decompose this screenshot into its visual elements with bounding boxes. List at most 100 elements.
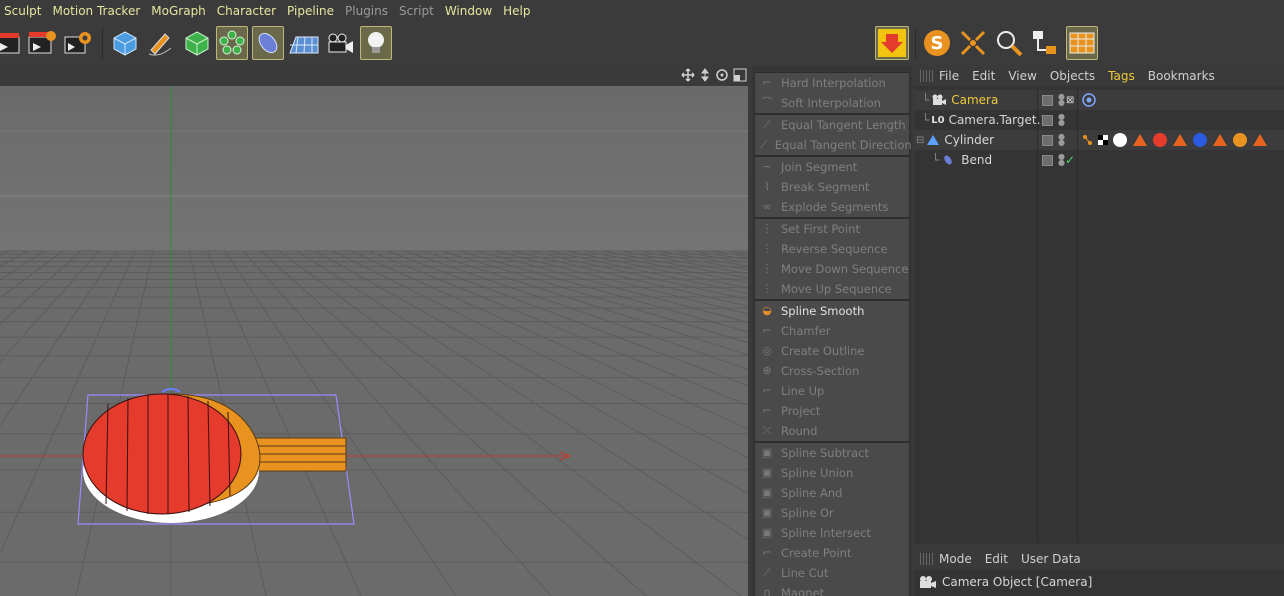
project-button[interactable]: ⌐ Project: [755, 401, 909, 421]
om-menu-edit[interactable]: Edit: [972, 69, 995, 83]
spline-commands-panel: ⌐ Hard Interpolation ⌒ Soft Interpolation …: [752, 66, 912, 596]
object-row-cylinder[interactable]: ⊟ Cylinder: [916, 130, 994, 150]
spline-union-button[interactable]: ▣ Spline Union: [755, 463, 909, 483]
axis-snap-icon: [960, 30, 986, 56]
menu-motion-tracker[interactable]: Motion Tracker: [52, 4, 140, 18]
panel-grip-icon[interactable]: [920, 553, 934, 565]
magnet-button[interactable]: ∩ Magnet: [755, 583, 909, 596]
reverse-sequence-button[interactable]: ⋮ Reverse Sequence: [755, 239, 909, 259]
object-name-bend[interactable]: Bend: [961, 153, 992, 167]
render-settings-button[interactable]: [62, 26, 94, 60]
render-to-picture-viewer-button[interactable]: [26, 26, 58, 60]
am-menu-user-data[interactable]: User Data: [1021, 552, 1081, 566]
om-menu-view[interactable]: View: [1008, 69, 1036, 83]
spline-subtract-button[interactable]: ▣ Spline Subtract: [755, 443, 909, 463]
set-first-point-button[interactable]: ⋮ Set First Point: [755, 219, 909, 239]
blue-material-icon: [1193, 133, 1207, 147]
om-menu-file[interactable]: File: [939, 69, 959, 83]
enabled-check-icon[interactable]: ✓: [1065, 153, 1075, 167]
spline-intersect-button[interactable]: ▣ Spline Intersect: [755, 523, 909, 543]
checker-tag-icon: [1098, 135, 1108, 145]
snap-button[interactable]: S: [921, 26, 953, 60]
menu-pipeline[interactable]: Pipeline: [287, 4, 334, 18]
menu-plugins[interactable]: Plugins: [345, 4, 388, 18]
am-menu-edit[interactable]: Edit: [985, 552, 1008, 566]
object-row-bend[interactable]: └ Bend: [932, 150, 992, 170]
spline-smooth-button[interactable]: ◒ Spline Smooth: [755, 301, 909, 321]
layout-button[interactable]: [1066, 26, 1098, 60]
cube-button[interactable]: [109, 26, 141, 60]
hierarchy-button[interactable]: [1029, 26, 1061, 60]
join-segment-button[interactable]: ~ Join Segment: [755, 157, 909, 177]
chamfer-button[interactable]: ⌐ Chamfer: [755, 321, 909, 341]
round-button[interactable]: ⤫ Round: [755, 421, 909, 441]
command-group-boolean: ▣ Spline Subtract ▣ Spline Union ▣ Spline A…: [754, 442, 910, 596]
om-menu-objects[interactable]: Objects: [1050, 69, 1095, 83]
menu-help[interactable]: Help: [503, 4, 530, 18]
deformer-button[interactable]: [252, 26, 284, 60]
deformer-icon: [258, 32, 278, 54]
cloner-button[interactable]: [216, 26, 248, 60]
visibility-dots-icon[interactable]: ● ●: [1058, 93, 1065, 107]
object-name-camera-target[interactable]: Camera.Target.1: [949, 113, 1048, 127]
panel-grip-icon[interactable]: [920, 70, 934, 82]
menu-sculpt[interactable]: Sculpt: [4, 4, 41, 18]
spline-and-button[interactable]: ▣ Spline And: [755, 483, 909, 503]
light-button[interactable]: [360, 26, 392, 60]
target-tag-icon[interactable]: [1082, 93, 1096, 107]
visibility-dots-icon[interactable]: ● ●: [1058, 133, 1065, 147]
layer-flag-icon[interactable]: [1042, 154, 1053, 166]
move-view-icon[interactable]: [681, 68, 695, 82]
menu-mograph[interactable]: MoGraph: [151, 4, 206, 18]
render-view-button[interactable]: [0, 26, 24, 60]
layer-flag-icon[interactable]: [1042, 94, 1053, 106]
object-name-cylinder[interactable]: Cylinder: [944, 133, 994, 147]
equal-tangent-direction-button[interactable]: ⟋ Equal Tangent Direction: [755, 135, 912, 155]
hard-interpolation-button[interactable]: ⌐ Hard Interpolation: [755, 73, 909, 93]
camera-target-flag-icon[interactable]: ⊠: [1066, 95, 1074, 106]
keyframe-button[interactable]: [875, 26, 909, 60]
expand-toggle-icon[interactable]: ⊟: [916, 135, 924, 146]
move-down-sequence-button[interactable]: ⋮ Move Down Sequence: [755, 259, 909, 279]
object-row-camera[interactable]: └ Camera: [922, 90, 998, 110]
om-menu-bookmarks[interactable]: Bookmarks: [1148, 69, 1215, 83]
menu-window[interactable]: Window: [445, 4, 492, 18]
om-menu-tags[interactable]: Tags: [1108, 69, 1135, 83]
attribute-manager-menu: Mode Edit User Data: [914, 548, 1284, 570]
create-point-button[interactable]: ⌐ Create Point: [755, 543, 909, 563]
object-name-camera[interactable]: Camera: [951, 93, 998, 107]
equal-tangent-length-button[interactable]: ⟋ Equal Tangent Length: [755, 115, 909, 135]
am-menu-mode[interactable]: Mode: [939, 552, 972, 566]
visibility-dots-icon[interactable]: ● ●: [1058, 113, 1065, 127]
visibility-dots-icon[interactable]: ● ●: [1058, 153, 1065, 167]
menu-character[interactable]: Character: [217, 4, 276, 18]
cross-section-button[interactable]: ⊕ Cross-Section: [755, 361, 909, 381]
line-up-button[interactable]: ⌐ Line Up: [755, 381, 909, 401]
texture-tag-icon: [1133, 134, 1147, 146]
break-segment-button[interactable]: ⌇ Break Segment: [755, 177, 909, 197]
soft-interpolation-button[interactable]: ⌒ Soft Interpolation: [755, 93, 909, 113]
create-outline-button[interactable]: ◎ Create Outline: [755, 341, 909, 361]
attribute-object-title: Camera Object [Camera]: [942, 575, 1093, 589]
attribute-title: Camera Object [Camera]: [914, 570, 1284, 594]
layer-flag-icon[interactable]: [1042, 114, 1053, 126]
floor-button[interactable]: [288, 26, 320, 60]
pan-view-icon[interactable]: [699, 68, 711, 82]
toggle-view-icon[interactable]: [733, 68, 747, 82]
camera-button[interactable]: [324, 26, 356, 60]
pen-spline-button[interactable]: [144, 26, 176, 60]
perspective-viewport[interactable]: [0, 66, 751, 596]
subdivision-surface-button[interactable]: [181, 26, 213, 60]
explode-segments-button[interactable]: ∞ Explode Segments: [755, 197, 909, 217]
attribute-manager: Mode Edit User Data Camera Object [Camer…: [914, 548, 1284, 596]
spline-or-button[interactable]: ▣ Spline Or: [755, 503, 909, 523]
rotate-view-icon[interactable]: [715, 68, 729, 82]
menu-script[interactable]: Script: [399, 4, 434, 18]
layer-flag-icon[interactable]: [1042, 134, 1053, 146]
line-cut-button[interactable]: ⟋ Line Cut: [755, 563, 909, 583]
workplane-button[interactable]: [957, 26, 989, 60]
move-up-sequence-button[interactable]: ⋮ Move Up Sequence: [755, 279, 909, 299]
search-button[interactable]: [993, 26, 1025, 60]
viewport-canvas[interactable]: [0, 86, 748, 596]
object-row-camera-target[interactable]: └ L0 Camera.Target.1: [922, 110, 1048, 130]
